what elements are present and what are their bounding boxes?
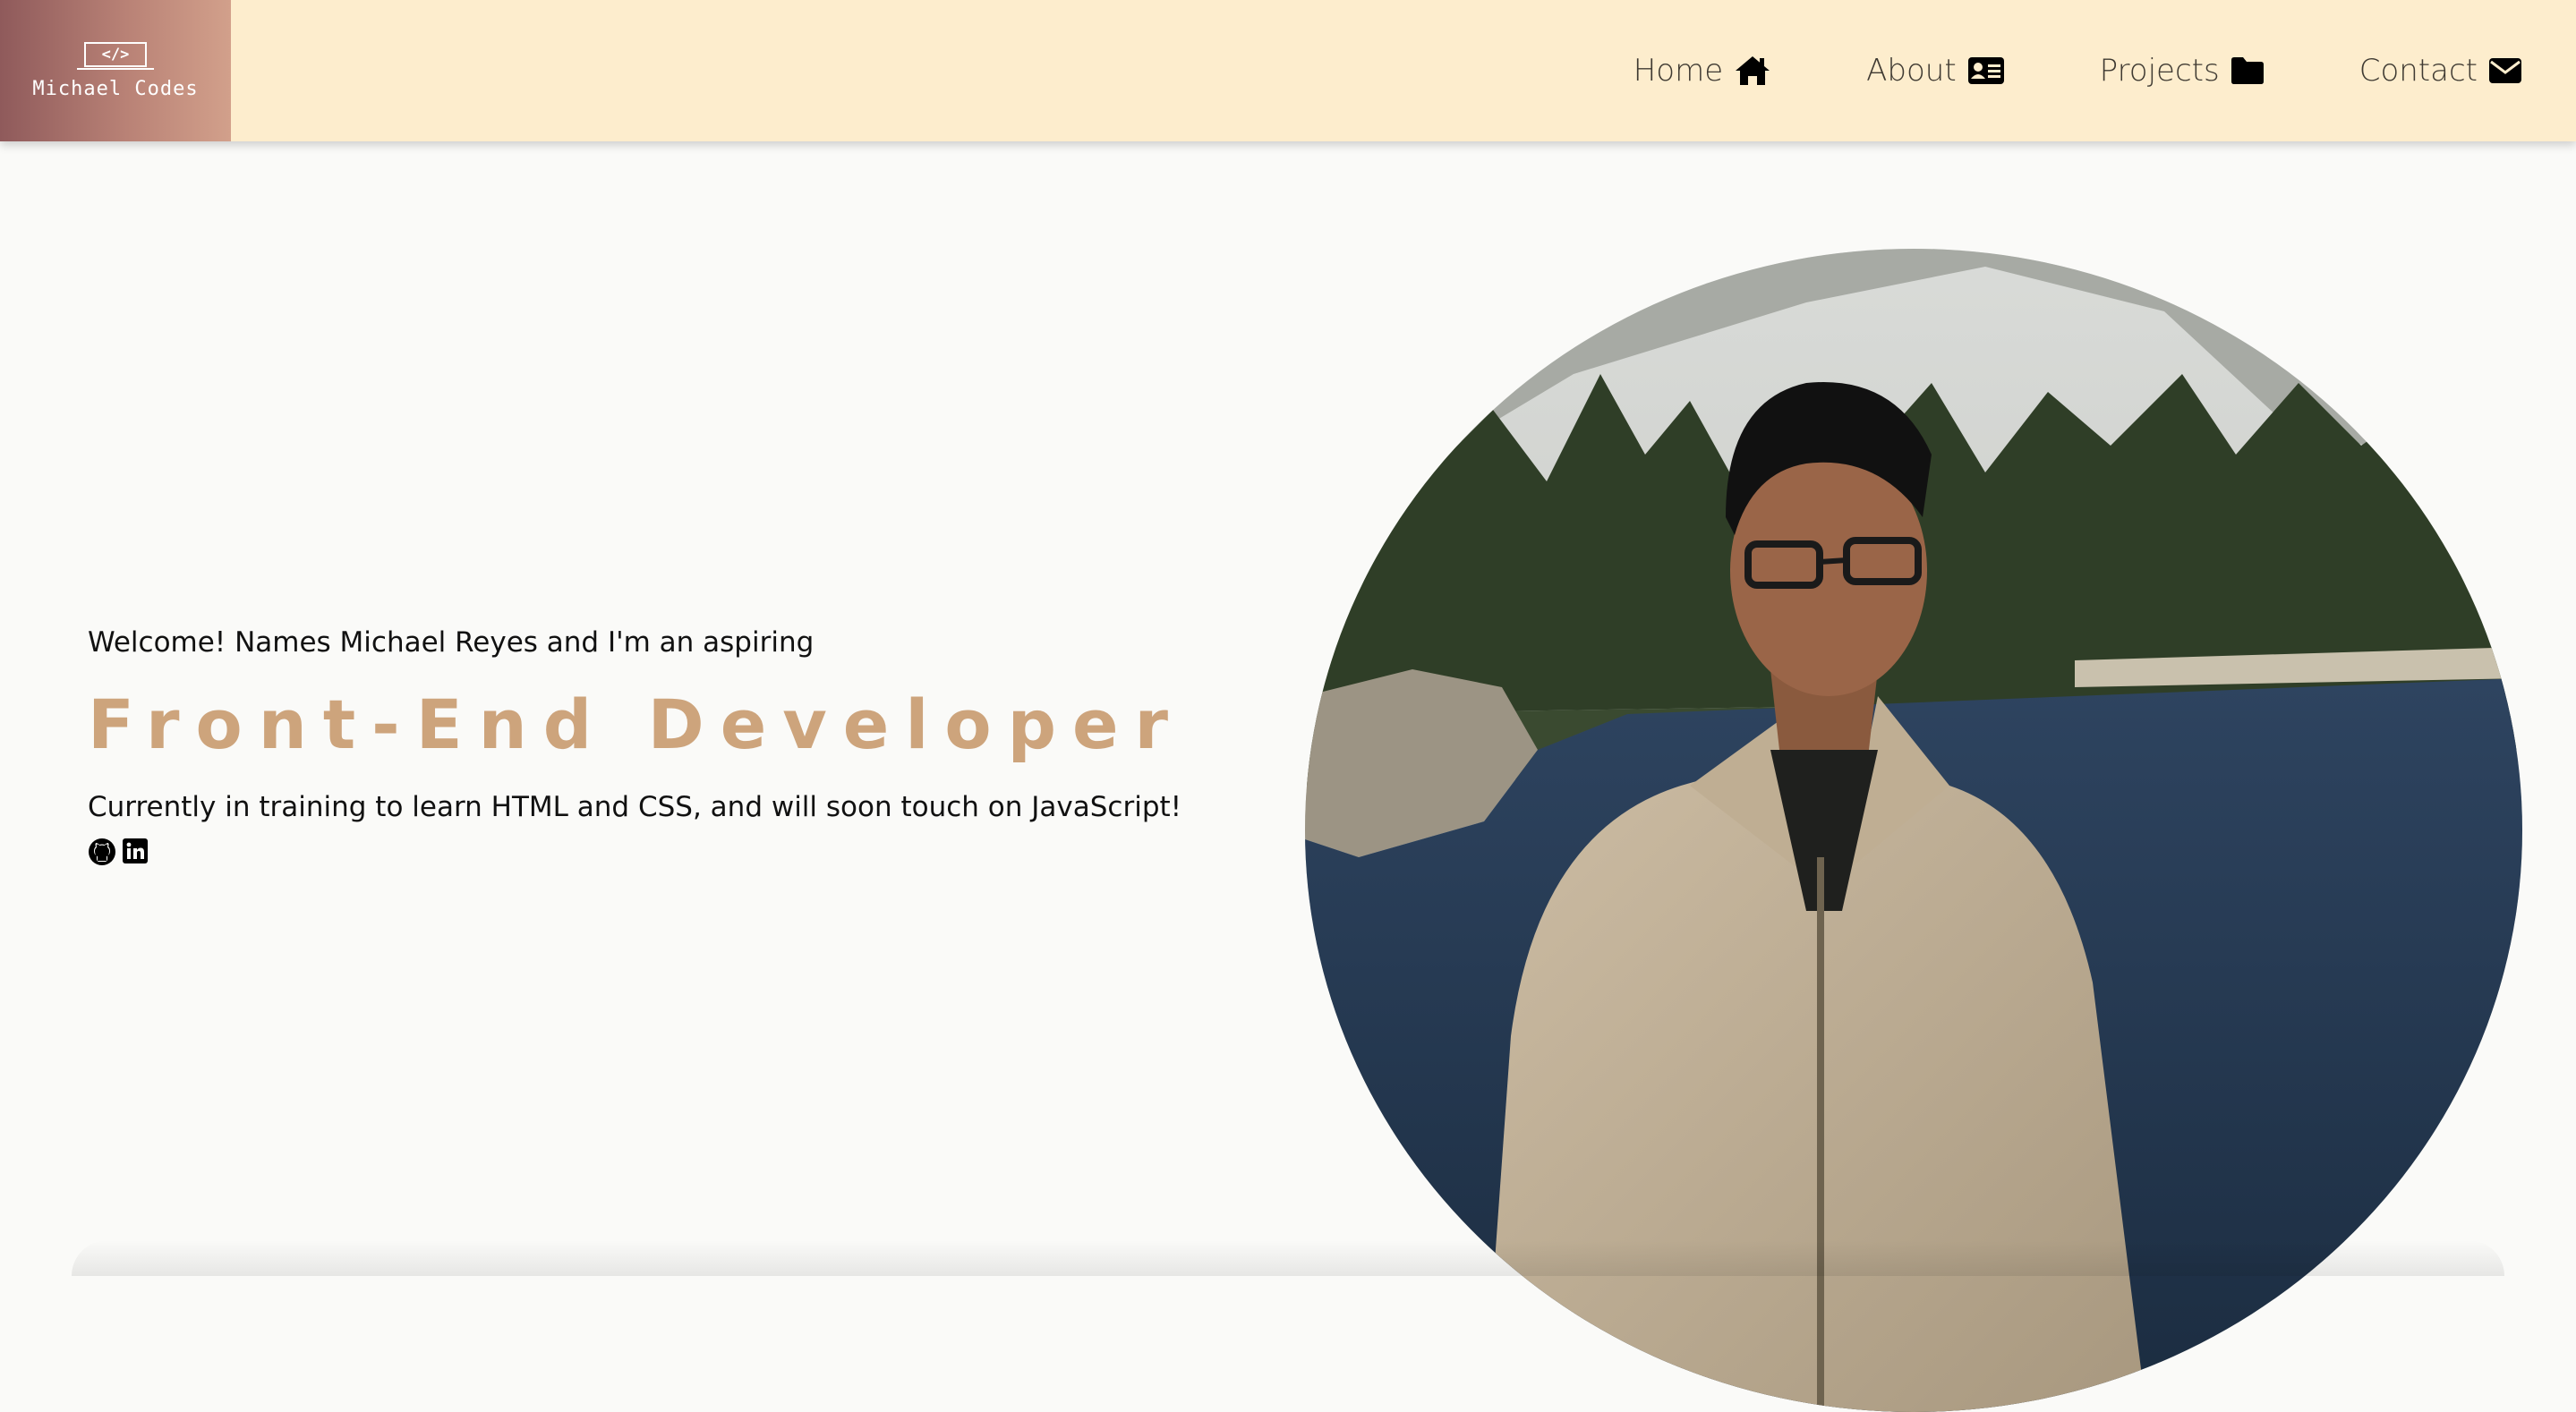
profile-photo — [1305, 249, 2522, 1412]
folder-icon — [2231, 57, 2264, 84]
logo-text: Michael Codes — [32, 77, 199, 100]
envelope-icon — [2489, 58, 2521, 83]
hero-text: Welcome! Names Michael Reyes and I'm an … — [88, 626, 1251, 870]
linkedin-link[interactable] — [122, 838, 149, 870]
nav-item-label: Contact — [2358, 53, 2478, 89]
nav-item-home[interactable]: Home — [1633, 53, 1771, 89]
nav-item-projects[interactable]: Projects — [2100, 53, 2265, 89]
laptop-code-icon: </> — [77, 41, 154, 70]
github-icon — [89, 838, 115, 865]
id-card-icon — [1967, 57, 2004, 84]
section-shadow — [72, 1240, 2504, 1276]
nav-item-about[interactable]: About — [1866, 53, 2005, 89]
profile-photo-image — [1305, 249, 2522, 1412]
site-logo[interactable]: </> Michael Codes — [0, 0, 231, 141]
nav-item-label: Projects — [2099, 53, 2220, 89]
nav-item-label: About — [1866, 53, 1957, 89]
social-links — [88, 838, 1251, 870]
github-link[interactable] — [88, 838, 116, 870]
nav-item-contact[interactable]: Contact — [2359, 53, 2522, 89]
logo-mark-text: </> — [101, 45, 130, 64]
description-text: Currently in training to learn HTML and … — [88, 791, 1182, 823]
welcome-text: Welcome! Names Michael Reyes and I'm an … — [88, 626, 815, 659]
home-icon — [1736, 56, 1770, 85]
role-heading: Front-End Developer — [88, 685, 1185, 764]
nav-item-label: Home — [1633, 53, 1724, 89]
linkedin-icon — [123, 838, 148, 863]
site-header: </> Michael Codes Home About Projects Co… — [0, 0, 2576, 141]
main-nav: Home About Projects Contact — [1633, 0, 2522, 141]
